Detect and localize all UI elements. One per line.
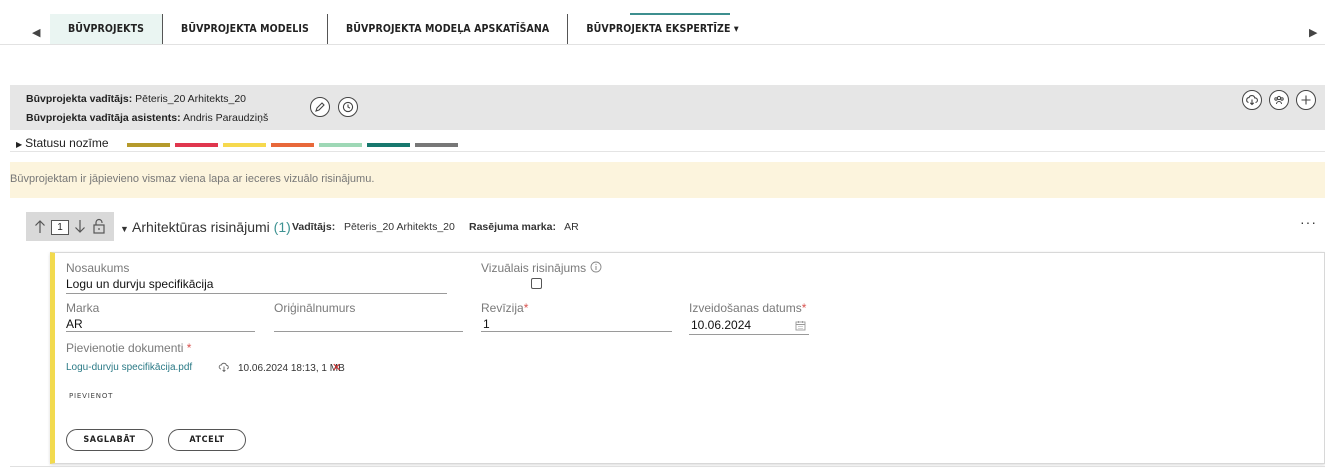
status-legend-toggle[interactable]: ▶ Statusu nozīme [16,136,109,150]
project-manager-value: Pēteris_20 Arhitekts_20 [135,93,247,105]
collapse-arrow-icon: ▼ [120,224,129,234]
status-swatch [127,143,170,147]
project-manager: Būvprojekta vadītājs: Pēteris_20 Arhitek… [26,93,247,105]
status-legend-label: Statusu nozīme [25,136,109,150]
move-down-icon[interactable] [74,219,86,234]
status-swatch [319,143,362,147]
cloud-download-icon[interactable] [1242,90,1262,110]
unlock-icon[interactable] [92,218,106,234]
order-input[interactable]: 1 [51,220,69,235]
info-icon[interactable] [590,261,602,273]
document-meta: 10.06.2024 18:13, 1 MB [238,363,345,374]
cancel-button[interactable]: ATCELT [168,429,246,451]
section-mark: Rasējuma marka: AR [469,221,579,233]
document-form-card: Nosaukums Logu un durvju specifikācija V… [50,252,1325,464]
mark-underline [66,331,255,332]
tabs-scroll-right-icon[interactable]: ▶ [1309,26,1317,39]
revision-input[interactable]: 1 [483,317,490,331]
status-swatch [367,143,410,147]
created-date-input[interactable]: 10.06.2024 [691,318,751,332]
status-divider [10,151,1325,152]
order-controls: 1 [26,212,114,241]
mark-input[interactable]: AR [66,317,83,331]
section-title-text: Arhitektūras risinājumi [132,219,270,235]
users-group-icon[interactable] [1269,90,1289,110]
original-number-label: Oriģinālnumurs [274,301,356,315]
name-underline [66,293,447,294]
visual-solution-label: Vizuālais risinājums [481,261,602,275]
warning-banner: Būvprojektam ir jāpievieno vismaz viena … [10,162,1325,198]
tab-buvprojekta-modelis[interactable]: BŪVPROJEKTA MODELIS [163,14,328,44]
tab-strip: BŪVPROJEKTS BŪVPROJEKTA MODELIS BŪVPROJE… [50,14,757,44]
tab-modela-apskatisana[interactable]: BŪVPROJEKTA MODEĻA APSKATĪŠANA [328,14,569,44]
tab-divider [0,44,1325,45]
edit-pencil-icon[interactable] [310,97,330,117]
remove-document-icon[interactable]: ✕ [332,361,341,374]
status-swatch [175,143,218,147]
name-input[interactable]: Logu un durvju specifikācija [66,277,213,291]
calendar-icon[interactable] [795,320,806,331]
created-date-label: Izveidošanas datums* [689,301,807,315]
status-swatch [415,143,458,147]
tab-buvprojekts[interactable]: BŪVPROJEKTS [50,14,164,44]
tabs-scroll-left-icon[interactable]: ◀ [32,26,40,39]
visual-solution-checkbox[interactable] [531,278,542,289]
add-plus-icon[interactable] [1296,90,1316,110]
mark-label: Marka [66,301,100,315]
cloud-download-small-icon[interactable] [218,361,230,373]
revision-underline [481,331,672,332]
save-button[interactable]: SAGLABĀT [66,429,153,451]
tab-ekspertize[interactable]: BŪVPROJEKTA EKSPERTĪZE ▾ [568,14,756,44]
section-mark-value: AR [564,221,579,233]
expand-triangle-icon: ▶ [16,140,23,149]
name-label: Nosaukums [66,261,130,275]
document-link[interactable]: Logu-durvju specifikācija.pdf [66,362,192,373]
move-up-icon[interactable] [34,219,46,234]
section-menu-icon[interactable]: ··· [1300,214,1317,230]
project-info-bar: Būvprojekta vadītājs: Pēteris_20 Arhitek… [10,85,1325,130]
add-document-link[interactable]: PIEVIENOT [69,392,113,400]
section-manager: Vadītājs: Pēteris_20 Arhitekts_20 [292,221,455,233]
project-assistant: Būvprojekta vadītāja asistents: Andris P… [26,112,269,124]
original-number-underline [274,331,463,332]
section-manager-value: Pēteris_20 Arhitekts_20 [343,221,455,233]
history-icon[interactable] [338,97,358,117]
attached-docs-label: Pievienotie dokumenti * [66,341,192,355]
status-swatch [271,143,314,147]
revision-label: Revīzija* [481,301,529,315]
section-count: (1) [273,219,291,235]
status-swatch [223,143,266,147]
project-assistant-value: Andris Paraudziņš [182,112,269,124]
bottom-divider [10,466,1325,467]
warning-text: Būvprojektam ir jāpievieno vismaz viena … [10,173,375,185]
top-nav-bar: ◀ BŪVPROJEKTS BŪVPROJEKTA MODELIS BŪVPRO… [0,0,1325,44]
section-title[interactable]: ▼ Arhitektūras risinājumi (1) [120,219,291,235]
created-date-underline [689,334,809,335]
